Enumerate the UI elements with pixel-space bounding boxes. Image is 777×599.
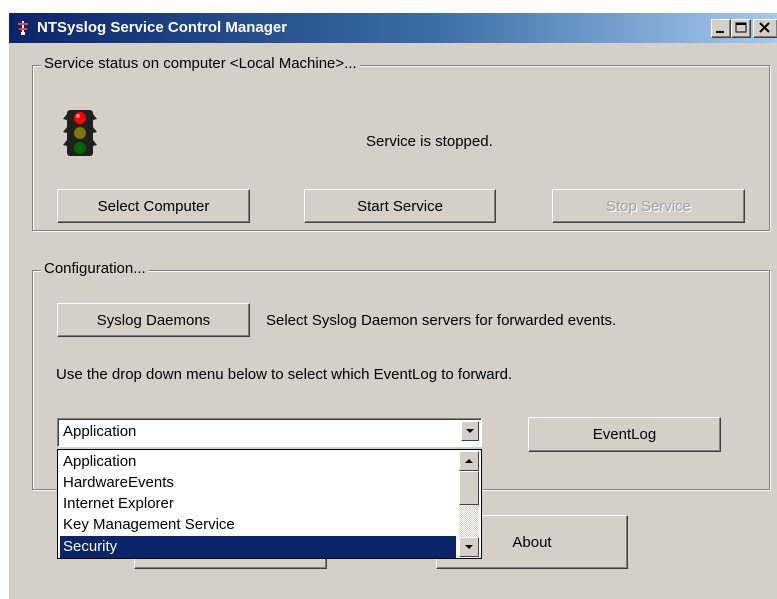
eventlog-instruction-text: Use the drop down menu below to select w… <box>56 366 513 383</box>
maximize-button[interactable] <box>731 19 751 38</box>
minimize-icon <box>716 31 724 33</box>
minimize-button[interactable] <box>711 19 731 38</box>
eventlog-button[interactable]: EventLog <box>528 417 721 452</box>
maximize-icon <box>735 22 747 33</box>
app-window: NTSyslog Service Control Manager Service… <box>8 12 777 599</box>
syslog-description-text: Select Syslog Daemon servers for forward… <box>266 312 617 329</box>
window-title: NTSyslog Service Control Manager <box>37 19 288 36</box>
chevron-down-icon <box>465 545 473 549</box>
start-service-button[interactable]: Start Service <box>304 189 496 223</box>
dropdown-option-application[interactable]: Application <box>60 451 456 473</box>
chevron-down-icon <box>466 429 474 433</box>
close-button[interactable] <box>753 19 777 38</box>
eventlog-dropdown-list[interactable]: Application HardwareEvents Internet Expl… <box>57 449 482 559</box>
dropdown-option-key-management-service[interactable]: Key Management Service <box>60 514 456 536</box>
scroll-down-button[interactable] <box>459 537 479 557</box>
eventlog-combo[interactable]: Application <box>57 418 482 447</box>
service-status-group-label: Service status on computer <Local Machin… <box>41 55 360 72</box>
chevron-up-icon <box>465 459 473 463</box>
eventlog-combo-value: Application <box>63 423 137 440</box>
dropdown-scrollbar[interactable] <box>459 451 479 557</box>
syslog-daemons-button[interactable]: Syslog Daemons <box>57 303 250 337</box>
stop-service-button[interactable]: Stop Service <box>552 189 745 223</box>
dropdown-option-hardwareevents[interactable]: HardwareEvents <box>60 472 456 494</box>
traffic-light-icon <box>63 110 97 156</box>
service-status-text: Service is stopped. <box>366 133 493 150</box>
scroll-up-button[interactable] <box>459 451 479 471</box>
dropdown-option-security[interactable]: Security <box>60 536 456 558</box>
dropdown-option-internet-explorer[interactable]: Internet Explorer <box>60 493 456 515</box>
close-icon <box>759 22 770 33</box>
scroll-thumb[interactable] <box>459 471 479 505</box>
select-computer-button[interactable]: Select Computer <box>57 189 250 223</box>
app-tower-icon <box>18 21 28 35</box>
eventlog-combo-arrow[interactable] <box>461 421 479 441</box>
configuration-group-label: Configuration... <box>41 260 149 277</box>
title-bar[interactable]: NTSyslog Service Control Manager <box>9 13 777 43</box>
